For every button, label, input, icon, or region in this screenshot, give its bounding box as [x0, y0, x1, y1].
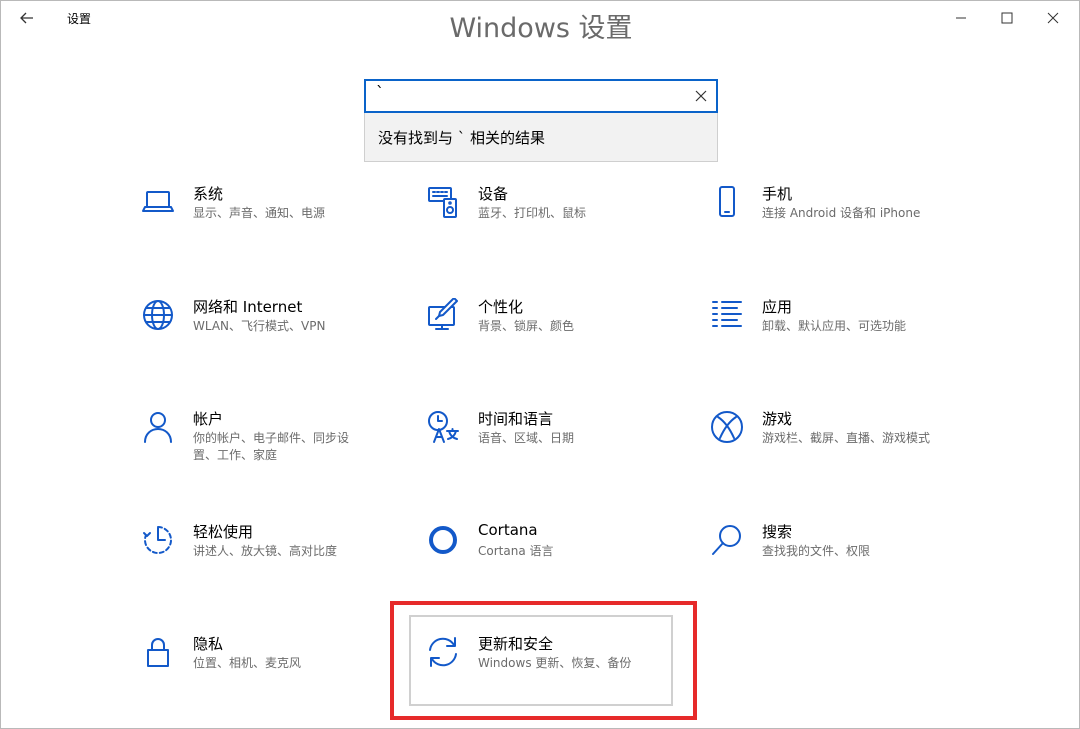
tile-system[interactable]: 系统 显示、声音、通知、电源 [138, 182, 408, 262]
tile-desc: 位置、相机、麦克风 [193, 656, 302, 670]
tile-desc: 显示、声音、通知、电源 [193, 206, 326, 220]
page-heading-text: Windows 设置 [449, 13, 633, 39]
tile-desc: 卸载、默认应用、可选功能 [762, 319, 907, 333]
search-input[interactable]: ` [364, 79, 718, 113]
laptop-icon [138, 182, 178, 222]
tile-desc: 查找我的文件、权限 [762, 544, 871, 558]
page-heading: Windows 设置 [1, 13, 1079, 39]
tile-title: 搜索 [762, 523, 793, 541]
clear-x-icon [695, 90, 707, 102]
apps-list-icon [707, 295, 747, 335]
tile-desc: 语音、区域、日期 [478, 431, 575, 445]
tile-desc: 连接 Android 设备和 iPhone [762, 206, 921, 220]
tile-personalization[interactable]: 个性化 背景、锁屏、颜色 [423, 295, 693, 375]
search-clear-button[interactable] [692, 87, 710, 105]
cortana-icon [423, 520, 463, 560]
xbox-icon [707, 407, 747, 447]
time-language-icon [423, 407, 463, 447]
tile-title: 应用 [762, 298, 793, 316]
person-icon [138, 407, 178, 447]
tile-time-language[interactable]: 时间和语言 语音、区域、日期 [423, 407, 693, 487]
tile-devices[interactable]: 设备 蓝牙、打印机、鼠标 [423, 182, 693, 262]
tile-title: 设备 [478, 185, 509, 203]
paint-icon [423, 295, 463, 335]
tile-title: 网络和 Internet [193, 298, 303, 316]
tile-desc: 你的帐户、电子邮件、同步设置、工作、家庭 [193, 431, 350, 462]
tile-title: 帐户 [193, 410, 224, 428]
search-input-value: ` [376, 83, 384, 102]
tile-desc: Cortana 语言 [478, 544, 554, 558]
tile-privacy[interactable]: 隐私 位置、相机、麦克风 [138, 632, 408, 712]
tile-desc: WLAN、飞行模式、VPN [193, 319, 326, 333]
tile-network[interactable]: 网络和 Internet WLAN、飞行模式、VPN [138, 295, 408, 375]
tile-gaming[interactable]: 游戏 游戏栏、截屏、直播、游戏模式 [707, 407, 977, 487]
tile-title: 手机 [762, 185, 793, 203]
highlight-annotation-box [390, 601, 697, 720]
tile-desc: 游戏栏、截屏、直播、游戏模式 [762, 431, 931, 445]
tile-title: 隐私 [193, 635, 224, 653]
phone-icon [707, 182, 747, 222]
search-icon [707, 520, 747, 560]
tile-title: 个性化 [478, 298, 524, 316]
tile-title: 轻松使用 [193, 523, 254, 541]
tile-desc: 讲述人、放大镜、高对比度 [193, 544, 338, 558]
tile-title: Cortana [478, 521, 538, 539]
ease-of-access-icon [138, 520, 178, 560]
tile-title: 游戏 [762, 410, 793, 428]
devices-icon [423, 182, 463, 222]
search-suggestions-dropdown: 没有找到与 ` 相关的结果 [364, 113, 718, 162]
lock-icon [138, 632, 178, 672]
tile-desc: 背景、锁屏、颜色 [478, 319, 575, 333]
tile-accounts[interactable]: 帐户 你的帐户、电子邮件、同步设置、工作、家庭 [138, 407, 408, 487]
tile-phone[interactable]: 手机 连接 Android 设备和 iPhone [707, 182, 977, 262]
search-no-result-text: 没有找到与 ` 相关的结果 [378, 129, 546, 147]
settings-window: 设置 Windows 设置 ` 没有找到与 ` 相关的结果 系统 显示、声音、通… [0, 0, 1080, 729]
tile-cortana[interactable]: Cortana Cortana 语言 [423, 520, 693, 600]
tile-apps[interactable]: 应用 卸载、默认应用、可选功能 [707, 295, 977, 375]
tile-title: 系统 [193, 185, 224, 203]
tile-ease-of-access[interactable]: 轻松使用 讲述人、放大镜、高对比度 [138, 520, 408, 600]
tile-desc: 蓝牙、打印机、鼠标 [478, 206, 587, 220]
globe-icon [138, 295, 178, 335]
tile-title: 时间和语言 [478, 410, 554, 428]
tile-search[interactable]: 搜索 查找我的文件、权限 [707, 520, 977, 600]
